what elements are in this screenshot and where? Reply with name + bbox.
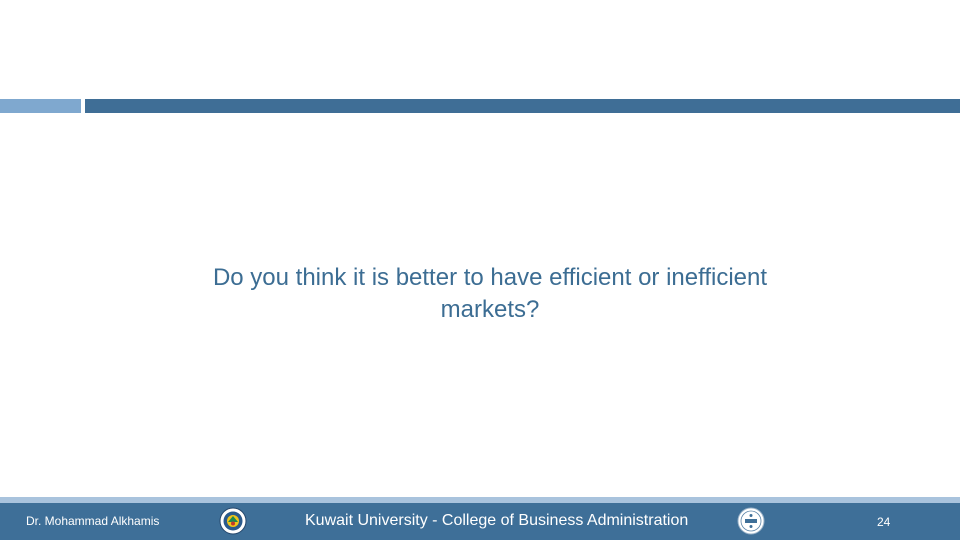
header-accent-bar-right	[85, 99, 960, 113]
slide-question: Do you think it is better to have effici…	[212, 264, 768, 323]
institution-name: Kuwait University - College of Business …	[305, 512, 689, 529]
author-name: Dr. Mohammad Alkhamis	[26, 514, 160, 528]
page-number: 24	[877, 515, 891, 529]
aacsb-accreditation-seal-icon	[737, 507, 765, 535]
slide-footer: Dr. Mohammad Alkhamis Kuwait University …	[0, 503, 960, 540]
header-accent-bar-left	[0, 99, 81, 113]
kuwait-university-seal-icon	[219, 507, 247, 535]
